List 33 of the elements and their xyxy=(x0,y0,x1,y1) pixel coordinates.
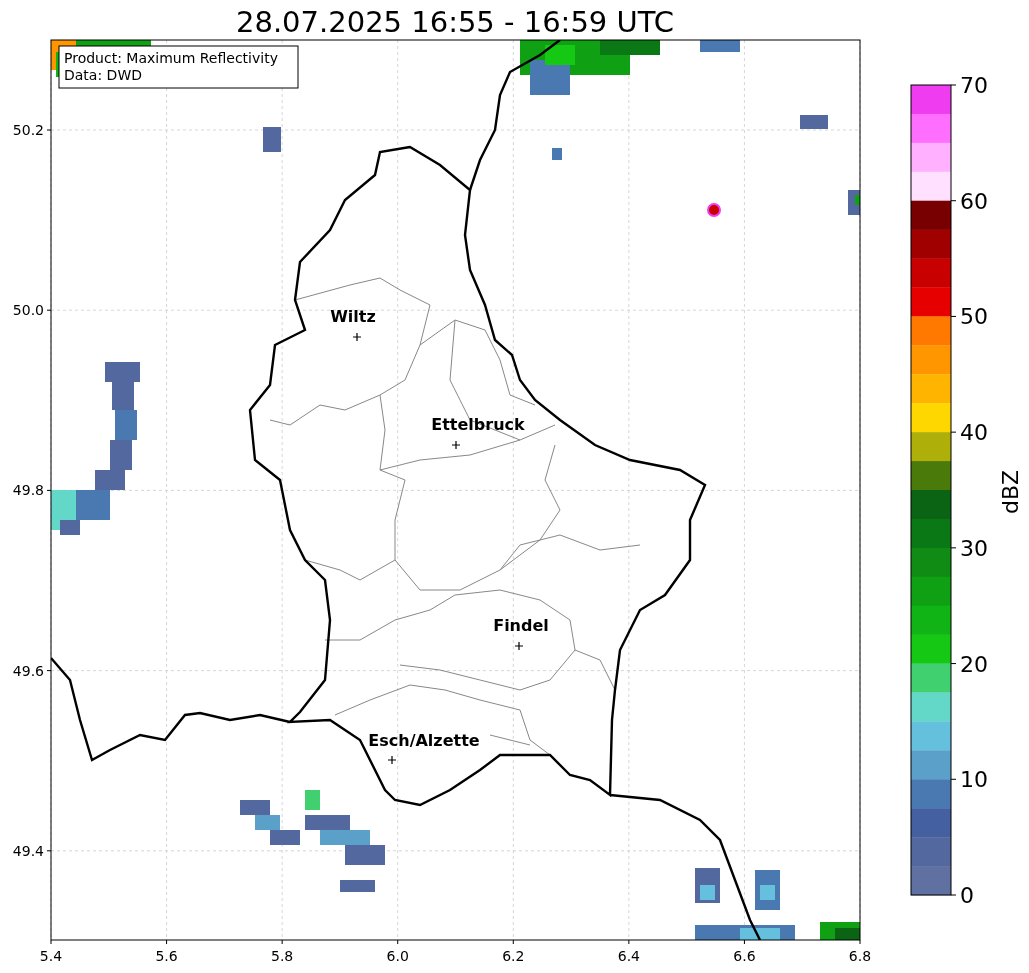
x-tick-label: 6.0 xyxy=(386,948,409,964)
colorbar-tick-label: 70 xyxy=(960,73,988,98)
city-marker-icon xyxy=(387,755,397,765)
x-tick-label: 6.6 xyxy=(733,948,756,964)
city-marker-icon xyxy=(514,641,524,651)
city-label: Esch/Alzette xyxy=(368,731,480,750)
y-tick-label: 50.0 xyxy=(12,302,44,319)
city-label: Findel xyxy=(493,616,549,635)
y-tick-label: 49.8 xyxy=(12,482,44,499)
y-tick-label: 49.6 xyxy=(12,662,44,679)
x-tick-label: 6.8 xyxy=(848,948,872,964)
info-text: Data: DWD xyxy=(64,67,142,83)
y-tick-label: 49.4 xyxy=(12,842,44,859)
city-label: Wiltz xyxy=(330,307,376,326)
x-tick-label: 6.4 xyxy=(617,948,640,964)
chart-title: 28.07.2025 16:55 - 16:59 UTC xyxy=(236,5,674,39)
x-tick-label: 5.6 xyxy=(155,948,178,964)
colorbar-tick-label: 40 xyxy=(960,420,988,446)
info-text: Product: Maximum Reflectivity xyxy=(64,50,278,66)
colorbar-tick-label: 50 xyxy=(960,304,988,330)
city-marker-icon xyxy=(352,332,362,342)
city-marker-icon xyxy=(451,440,461,450)
colorbar-tick-label: 20 xyxy=(960,651,988,677)
colorbar-tick-label: 10 xyxy=(960,767,988,793)
colorbar-tick-label: 60 xyxy=(960,188,988,214)
colorbar-tick-label: 0 xyxy=(960,883,974,908)
x-tick-label: 5.4 xyxy=(39,948,63,964)
x-tick-label: 6.2 xyxy=(502,948,525,964)
y-tick-label: 50.2 xyxy=(12,122,44,138)
colorbar-tick-label: 30 xyxy=(960,535,988,561)
colorbar-label: dBZ xyxy=(998,469,1023,515)
x-tick-label: 5.8 xyxy=(271,948,294,964)
city-label: Ettelbruck xyxy=(431,415,525,434)
